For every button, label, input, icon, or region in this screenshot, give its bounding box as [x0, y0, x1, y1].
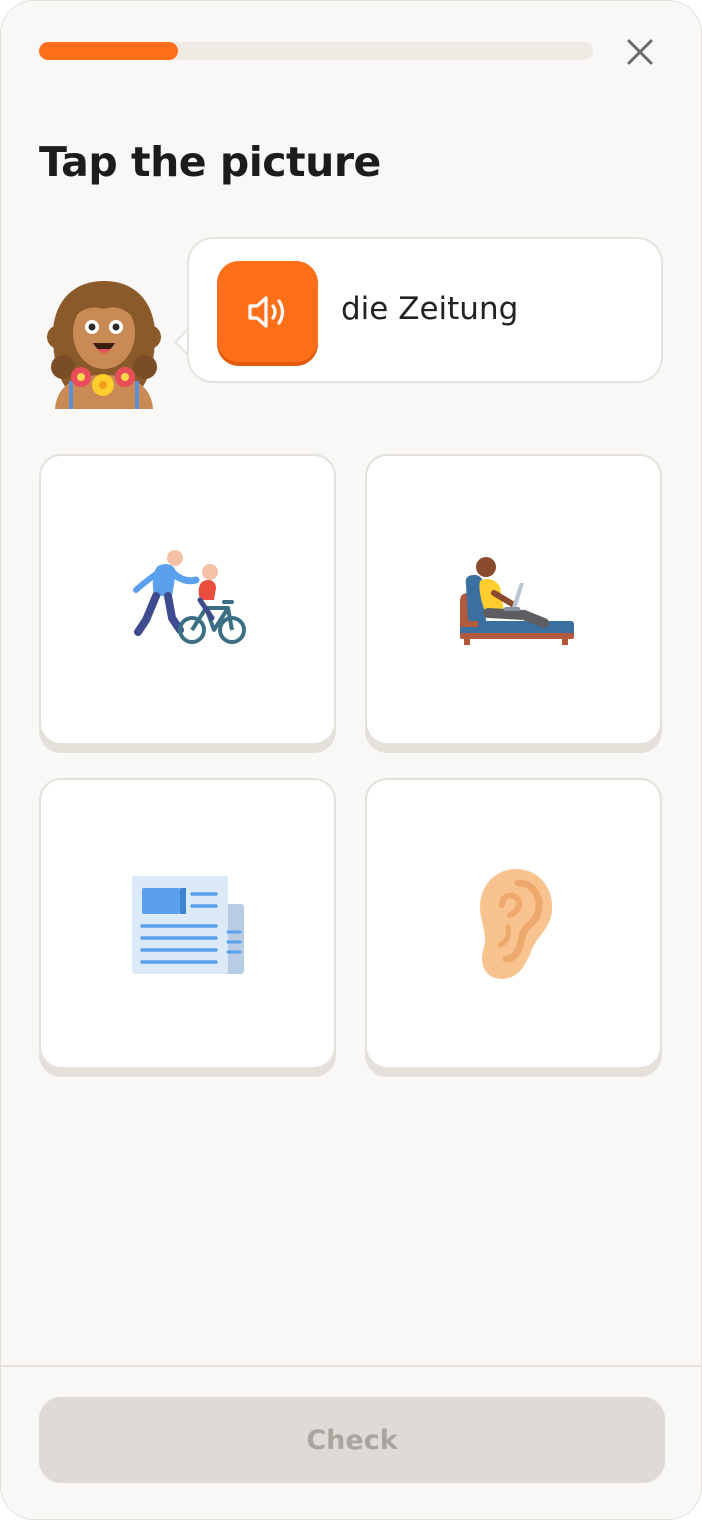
speaker-icon [247, 295, 284, 328]
choice-card-recline[interactable] [365, 454, 662, 745]
progress-fill [39, 42, 178, 60]
footer-divider [1, 1365, 701, 1367]
check-button[interactable]: Check [39, 1397, 665, 1483]
lesson-screen: Tap the picture die Zeitung Check [0, 0, 702, 1520]
choice-card-bike[interactable] [39, 454, 336, 745]
close-icon [627, 39, 653, 65]
character-avatar [47, 281, 161, 409]
choice-card-newspaper[interactable] [39, 778, 336, 1069]
prompt-word: die Zeitung [341, 291, 519, 327]
choice-card-ear[interactable] [365, 778, 662, 1069]
progress-bar [39, 42, 593, 60]
person-reclining-with-laptop-icon [459, 556, 574, 645]
parent-teaching-child-bike-icon [132, 549, 246, 644]
speech-bubble: die Zeitung [187, 237, 663, 383]
close-button[interactable] [619, 31, 661, 73]
ear-icon [479, 868, 552, 979]
play-audio-button[interactable] [217, 261, 318, 362]
page-title: Tap the picture [39, 138, 381, 186]
newspaper-icon [131, 875, 244, 974]
